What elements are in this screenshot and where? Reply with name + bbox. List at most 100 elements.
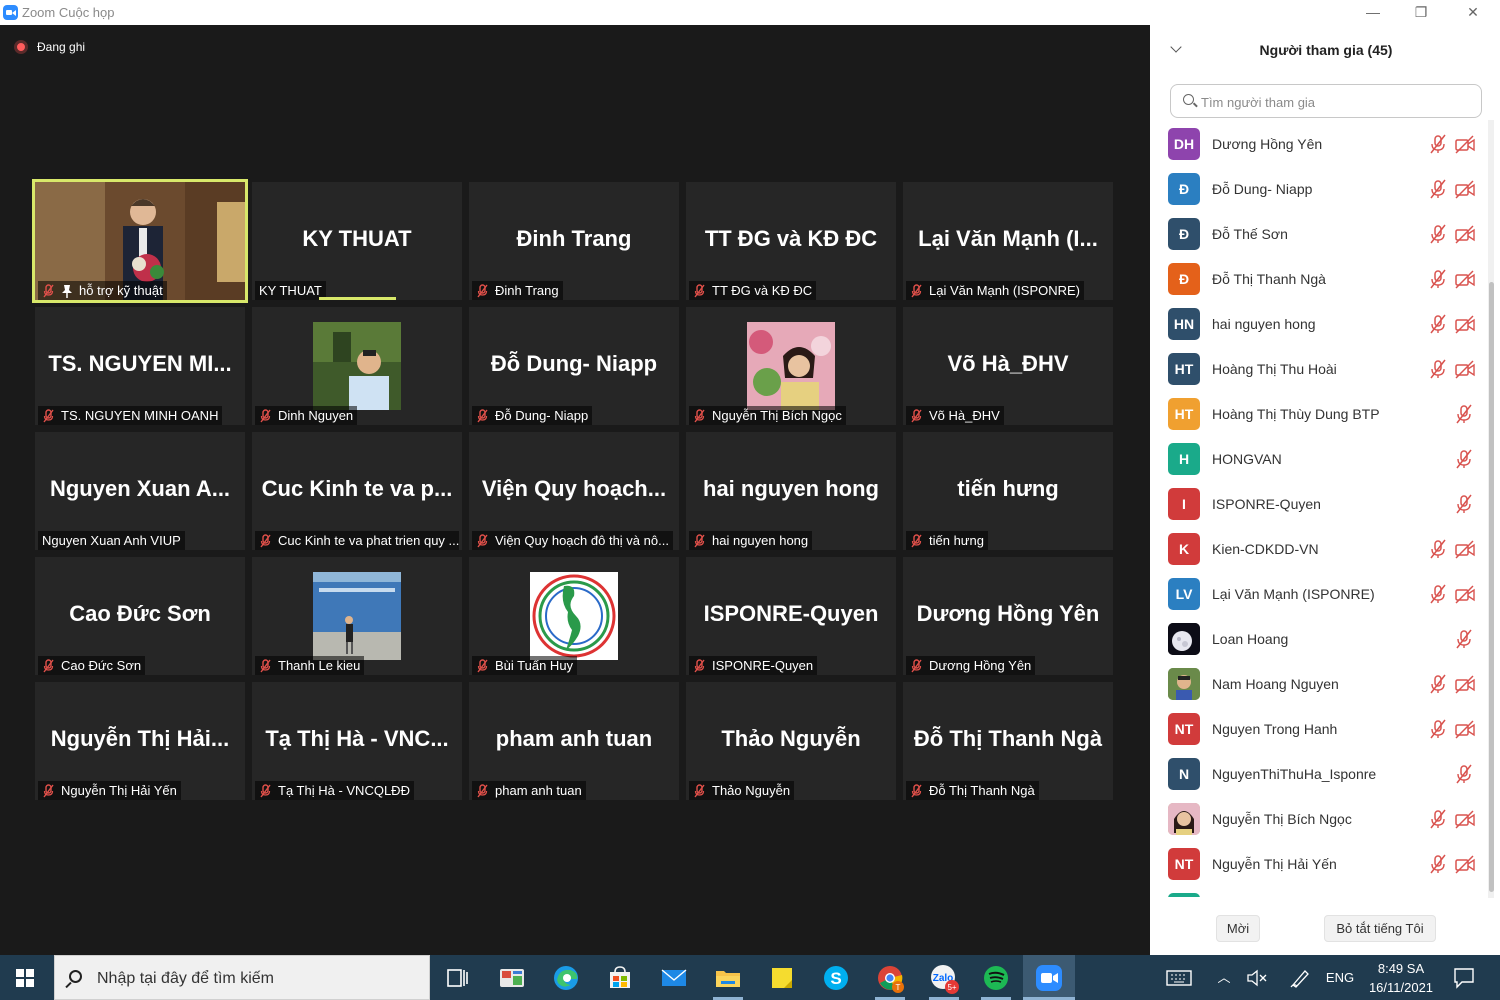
sticky-notes-icon[interactable] xyxy=(765,961,799,995)
participant-row[interactable]: N NguyenThiThuHa_Isponre xyxy=(1150,752,1490,797)
mail-icon[interactable] xyxy=(657,961,691,995)
video-off-icon[interactable] xyxy=(1455,719,1475,739)
participant-scroll-thumb[interactable] xyxy=(1489,282,1494,892)
participant-search-input[interactable] xyxy=(1201,92,1471,112)
participant-video-tile[interactable]: Lại Văn Mạnh (I... Lại Văn Mạnh (ISPONRE) xyxy=(903,182,1113,300)
participant-row[interactable]: Nam Hoang Nguyen xyxy=(1150,662,1490,707)
participant-video-tile[interactable]: Võ Hà_ĐHV Võ Hà_ĐHV xyxy=(903,307,1113,425)
video-off-icon[interactable] xyxy=(1455,269,1475,289)
participant-row[interactable] xyxy=(1150,887,1490,897)
restore-button[interactable]: ❐ xyxy=(1398,0,1444,25)
invite-button[interactable]: Mời xyxy=(1216,915,1260,942)
system-clock[interactable]: 8:49 SA 16/11/2021 xyxy=(1362,959,1440,997)
participant-video-tile[interactable]: Dương Hồng Yên Dương Hồng Yên xyxy=(903,557,1113,675)
video-off-icon[interactable] xyxy=(1455,674,1475,694)
video-off-icon[interactable] xyxy=(1455,224,1475,244)
participant-row[interactable]: K Kien-CDKDD-VN xyxy=(1150,527,1490,572)
participant-video-tile[interactable]: Thảo Nguyễn Thảo Nguyễn xyxy=(686,682,896,800)
participant-video-tile[interactable]: Dinh Nguyen xyxy=(252,307,462,425)
file-explorer-icon[interactable] xyxy=(711,961,745,995)
video-off-icon[interactable] xyxy=(1455,854,1475,874)
windows-start-icon[interactable] xyxy=(16,969,34,987)
mic-muted-icon[interactable] xyxy=(1429,539,1447,559)
participant-row[interactable]: Đ Đỗ Thế Sơn xyxy=(1150,212,1490,257)
mic-muted-icon[interactable] xyxy=(1429,809,1447,829)
video-off-icon[interactable] xyxy=(1455,809,1475,829)
participant-row[interactable]: HN hai nguyen hong xyxy=(1150,302,1490,347)
participant-video-tile[interactable]: Nguyễn Thị Hải... Nguyễn Thị Hải Yến xyxy=(35,682,245,800)
language-indicator[interactable]: ENG xyxy=(1322,955,1358,1000)
participant-video-tile[interactable]: Nguyễn Thị Bích Ngọc xyxy=(686,307,896,425)
participant-video-tile[interactable]: KY THUAT KY THUAT xyxy=(252,182,462,300)
video-off-icon[interactable] xyxy=(1455,314,1475,334)
mic-muted-icon[interactable] xyxy=(1429,584,1447,604)
keyboard-icon[interactable] xyxy=(1164,963,1194,993)
video-off-icon[interactable] xyxy=(1455,539,1475,559)
participant-video-tile[interactable]: Thanh Le kieu xyxy=(252,557,462,675)
participant-row[interactable]: NT Nguyen Trong Hanh xyxy=(1150,707,1490,752)
participant-row[interactable]: DH Dương Hồng Yên xyxy=(1150,122,1490,167)
close-button[interactable]: ✕ xyxy=(1450,0,1496,25)
mic-muted-icon[interactable] xyxy=(1429,134,1447,154)
mic-muted-icon[interactable] xyxy=(1429,854,1447,874)
participant-row[interactable]: HT Hoàng Thị Thu Hoài xyxy=(1150,347,1490,392)
mic-muted-icon[interactable] xyxy=(1429,314,1447,334)
participant-row[interactable]: Đ Đỗ Thị Thanh Ngà xyxy=(1150,257,1490,302)
widgets-icon[interactable] xyxy=(495,961,529,995)
mic-muted-icon[interactable] xyxy=(1455,404,1473,424)
participant-video-tile[interactable]: hỗ trợ kỹ thuật xyxy=(32,179,248,303)
video-off-icon[interactable] xyxy=(1455,584,1475,604)
participant-video-tile[interactable]: TT ĐG và KĐ ĐC TT ĐG và KĐ ĐC xyxy=(686,182,896,300)
participant-video-tile[interactable]: Cao Đức Sơn Cao Đức Sơn xyxy=(35,557,245,675)
video-off-icon[interactable] xyxy=(1455,359,1475,379)
participant-video-tile[interactable]: Viện Quy hoạch... Viện Quy hoạch đô thị v… xyxy=(469,432,679,550)
participant-row[interactable]: LV Lại Văn Mạnh (ISPONRE) xyxy=(1150,572,1490,617)
participant-row[interactable]: Nguyễn Thị Bích Ngọc xyxy=(1150,797,1490,842)
zoom-taskbar-button[interactable] xyxy=(1023,955,1075,1000)
video-off-icon[interactable] xyxy=(1455,134,1475,154)
zalo-icon[interactable]: Zalo 5+ xyxy=(927,961,961,995)
mic-muted-icon[interactable] xyxy=(1429,269,1447,289)
participant-row[interactable]: H HONGVAN xyxy=(1150,437,1490,482)
task-view-icon[interactable] xyxy=(440,961,474,995)
participant-search[interactable] xyxy=(1170,84,1482,118)
participant-video-tile[interactable]: Bùi Tuấn Huy xyxy=(469,557,679,675)
participant-video-tile[interactable]: Cuc Kinh te va p... Cuc Kinh te va phat t… xyxy=(252,432,462,550)
taskbar-search[interactable]: Nhập tại đây để tìm kiếm xyxy=(54,955,430,1000)
spotify-icon[interactable] xyxy=(979,961,1013,995)
participant-video-tile[interactable]: Đỗ Dung- Niapp Đỗ Dung- Niapp xyxy=(469,307,679,425)
tray-chevron-up-icon[interactable]: ︿ xyxy=(1214,955,1234,1000)
unmute-me-button[interactable]: Bỏ tắt tiếng Tôi xyxy=(1324,915,1436,942)
mic-muted-icon[interactable] xyxy=(1429,719,1447,739)
participant-video-tile[interactable]: Nguyen Xuan A... Nguyen Xuan Anh VIUP xyxy=(35,432,245,550)
skype-icon[interactable]: S xyxy=(819,961,853,995)
participant-row[interactable]: Loan Hoang xyxy=(1150,617,1490,662)
participant-row[interactable]: NT Nguyễn Thị Hải Yến xyxy=(1150,842,1490,887)
mic-muted-icon[interactable] xyxy=(1455,449,1473,469)
store-icon[interactable] xyxy=(603,961,637,995)
participant-row[interactable]: I ISPONRE-Quyen xyxy=(1150,482,1490,527)
participant-video-tile[interactable]: hai nguyen hong hai nguyen hong xyxy=(686,432,896,550)
video-off-icon[interactable] xyxy=(1455,179,1475,199)
participant-row[interactable]: HT Hoàng Thị Thùy Dung BTP xyxy=(1150,392,1490,437)
participant-video-tile[interactable]: Đinh Trang Đinh Trang xyxy=(469,182,679,300)
chrome-icon[interactable]: T xyxy=(873,961,907,995)
notification-icon[interactable] xyxy=(1450,963,1478,991)
participant-row[interactable]: Đ Đỗ Dung- Niapp xyxy=(1150,167,1490,212)
mic-muted-icon[interactable] xyxy=(1429,179,1447,199)
minimize-button[interactable]: — xyxy=(1350,0,1396,25)
participant-video-tile[interactable]: Đỗ Thị Thanh Ngà Đỗ Thị Thanh Ngà xyxy=(903,682,1113,800)
mic-muted-icon[interactable] xyxy=(1429,359,1447,379)
mic-muted-icon[interactable] xyxy=(1455,494,1473,514)
mic-muted-icon[interactable] xyxy=(1429,674,1447,694)
participant-video-tile[interactable]: ISPONRE-Quyen ISPONRE-Quyen xyxy=(686,557,896,675)
participant-video-tile[interactable]: Tạ Thị Hà - VNC... Tạ Thị Hà - VNCQLĐĐ xyxy=(252,682,462,800)
mic-muted-icon[interactable] xyxy=(1455,629,1473,649)
participant-video-tile[interactable]: TS. NGUYEN MI... TS. NGUYEN MINH OANH xyxy=(35,307,245,425)
pen-icon[interactable] xyxy=(1287,965,1313,991)
mic-muted-icon[interactable] xyxy=(1429,224,1447,244)
mic-muted-icon[interactable] xyxy=(1455,764,1473,784)
participant-video-tile[interactable]: tiến hưng tiến hưng xyxy=(903,432,1113,550)
edge-icon[interactable] xyxy=(549,961,583,995)
participant-video-tile[interactable]: pham anh tuan pham anh tuan xyxy=(469,682,679,800)
